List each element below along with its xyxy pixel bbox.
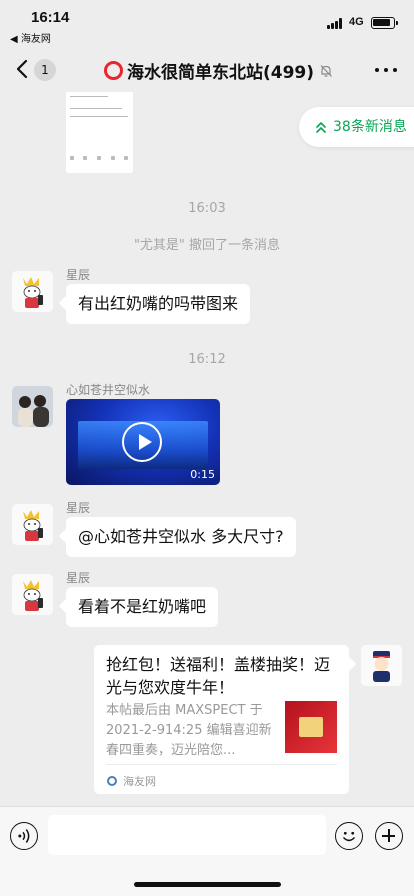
voice-icon[interactable] [10,822,38,850]
video-message[interactable]: 0:15 [66,399,220,485]
back-to-app-link[interactable]: ◀ 海友网 [10,30,51,45]
status-time: 16:14 [31,9,70,26]
more-icon[interactable] [375,68,397,74]
link-card-description: 本帖最后由 MAXSPECT 于 2021-2-914:25 编辑喜迎新春四重奏… [106,703,272,758]
cartoon-avatar-icon [12,271,53,312]
chat-header: 1 海水很简单东北站(499) [0,48,414,92]
message-input[interactable] [48,815,326,855]
sender-name: 星辰 [66,268,91,282]
play-icon[interactable] [122,422,162,462]
battery-icon [371,17,398,29]
signal-icon [327,18,344,29]
divider [106,764,337,765]
plus-icon[interactable] [375,822,403,850]
status-bar: 16:14 ◀ 海友网 4G [0,0,414,48]
double-chevron-up-icon [316,122,326,133]
avatar[interactable] [12,504,53,545]
link-card-source-label: 海友网 [123,775,156,788]
cartoon-avatar-icon [12,504,53,545]
sender-name: 心如苍井空似水 [66,383,151,397]
avatar[interactable] [12,271,53,312]
photo-avatar-icon [12,386,53,427]
emoji-icon[interactable] [335,822,363,850]
link-card-thumbnail [285,701,337,753]
timestamp: 16:12 [188,352,226,367]
avatar[interactable] [12,574,53,615]
sender-name: 星辰 [66,571,91,585]
home-indicator[interactable] [134,882,281,887]
message-bubble[interactable]: @心如苍井空似水 多大尺寸? [66,517,296,557]
video-duration: 0:15 [190,468,215,481]
message-bubble[interactable]: 看着不是红奶嘴吧 [66,587,219,627]
image-message-partial[interactable] [66,92,133,173]
source-logo-icon [107,776,117,786]
mute-bell-icon [320,64,332,77]
link-card-title: 抢红包！送福利！盖楼抽奖！迈光与您欢度牛年！ [106,655,331,697]
police-cartoon-avatar-icon [361,645,402,686]
unread-count-badge[interactable]: 1 [34,59,56,81]
group-ring-icon [104,61,123,80]
new-messages-button[interactable]: 38条新消息 [299,107,414,147]
cartoon-avatar-icon [12,574,53,615]
chat-title-group: 海水很简单东北站(499) [104,58,333,83]
avatar[interactable] [12,386,53,427]
new-messages-label: 38条新消息 [333,119,407,135]
my-avatar[interactable] [361,645,402,686]
link-card-message[interactable]: 抢红包！送福利！盖楼抽奖！迈光与您欢度牛年！ 本帖最后由 MAXSPECT 于 … [94,645,349,794]
back-chevron-icon[interactable] [12,57,34,81]
link-card-source: 海友网 [107,773,156,789]
system-notice: "尤其是" 撤回了一条消息 [133,238,281,253]
chat-title: 海水很简单东北站(499) [127,63,315,83]
sender-name: 星辰 [66,501,91,515]
message-bubble[interactable]: 有出红奶嘴的吗带图来 [66,284,251,324]
network-type: 4G [349,16,364,28]
timestamp: 16:03 [188,201,226,216]
